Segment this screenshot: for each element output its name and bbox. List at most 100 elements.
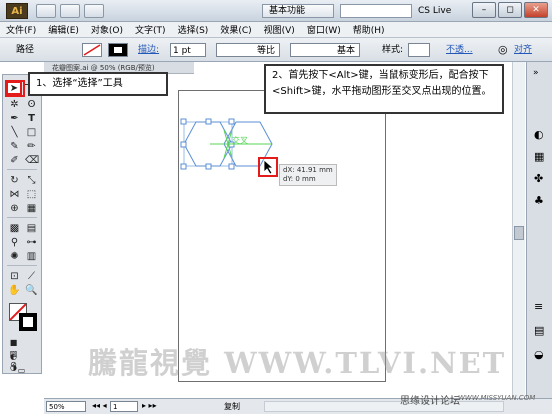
recolor-icon[interactable]: ◎ [498,43,508,57]
cursor-highlight [258,157,278,177]
pen-tool[interactable]: ✒ [8,113,21,124]
readout-dy: dY: 0 mm [283,175,316,183]
screen-mode-icon[interactable]: ▭ [15,365,28,376]
type-tool[interactable]: T [25,113,38,124]
graphic-style-swatch[interactable] [408,43,430,57]
close-button[interactable]: ✕ [524,2,548,18]
artboard-tool[interactable]: ⊡ [8,271,21,282]
artboard-nav-prev-icon[interactable]: ◂◂ ◂ [92,401,107,410]
menu-effect[interactable]: 效果(C) [220,23,251,36]
paintbrush-tool[interactable]: ✎ [8,141,21,152]
readout-dx: dX: 41.91 mm [283,166,333,174]
selection-type-label: 路径 [16,45,35,55]
forum-watermark: 思缘设计论坛 [400,396,460,407]
hand-tool[interactable]: ✋ [8,285,21,296]
gradient-tool[interactable]: ▤ [25,223,38,234]
stroke-color-box[interactable] [19,313,37,331]
artboard-nav-next-icon[interactable]: ▸ ▸▸ [142,401,157,410]
free-transform-tool[interactable]: ⬚ [25,189,38,200]
panel-collapse-icon[interactable]: » [533,68,539,78]
minibridge-button[interactable] [60,4,80,18]
arrange-documents-button[interactable] [84,4,104,18]
variable-width-profile[interactable]: 等比 [216,43,280,57]
artboard-number-field[interactable]: 1 [110,401,138,412]
vertical-scrollbar[interactable] [512,62,525,398]
zoom-tool[interactable]: 🔍 [25,285,38,296]
minimize-button[interactable]: – [472,2,496,18]
selection-tool-highlight [5,80,25,97]
scroll-thumb[interactable] [514,226,524,240]
cs-live-label: CS Live [418,6,452,16]
eyedropper-tool[interactable]: ⚲ [8,237,21,248]
brush-definition[interactable]: 基本 [290,43,360,57]
blend-tool[interactable]: ⊶ [25,237,38,248]
align-label[interactable]: 对齐 [514,43,532,57]
pencil-tool[interactable]: ✏ [25,141,38,152]
selection-handle [180,118,187,125]
stroke-swatch[interactable] [108,43,128,57]
callout-step2: 2、首先按下<Alt>键，当鼠标变形后，配合按下<Shift>键，水平拖动图形至… [264,64,504,114]
symbol-sprayer-tool[interactable]: ✺ [8,251,21,262]
magic-wand-tool[interactable]: ✲ [8,99,21,110]
horizontal-scrollbar[interactable] [264,401,504,412]
menu-object[interactable]: 对象(O) [91,23,123,36]
column-graph-tool[interactable]: ▥ [25,251,38,262]
menu-file[interactable]: 文件(F) [6,23,36,36]
control-bar: 路径 描边: 1 pt 等比 基本 样式: 不透... ◎ 对齐 [0,38,552,62]
transparency-panel-icon[interactable]: ◒ [534,348,544,361]
draw-mode-icons[interactable]: ◐ ◑ [7,351,20,372]
stroke-panel-icon[interactable]: ≡ [534,300,543,313]
stroke-label[interactable]: 描边: [138,43,159,57]
gradient-panel-icon[interactable]: ▤ [534,324,544,337]
app-logo: Ai [6,3,28,19]
selection-handle [180,163,187,170]
color-mode-icons[interactable]: ■ ▧ ⊘ [7,337,20,369]
selection-handle [180,141,187,148]
menu-select[interactable]: 选择(S) [178,23,209,36]
menu-window[interactable]: 窗口(W) [307,23,341,36]
slice-tool[interactable]: ⟋ [25,271,38,282]
swatches-panel-icon[interactable]: ▦ [534,150,544,163]
stroke-weight-value: 1 pt [173,46,191,56]
forum-url-watermark: WWW.MISSYUAN.COM [458,394,536,402]
menu-help[interactable]: 帮助(H) [353,23,385,36]
watermark: 騰龍視覺 WWW.TLVI.NET [88,346,507,380]
opacity-label[interactable]: 不透... [446,43,473,57]
line-tool[interactable]: ╲ [8,127,21,138]
selection-handle [205,163,212,170]
symbols-panel-icon[interactable]: ♣ [534,194,544,207]
bridge-button[interactable] [36,4,56,18]
eraser-tool[interactable]: ⌫ [25,155,39,166]
panel-dock: » ◐ ▦ ✤ ♣ ≡ ▤ ◒ [526,62,552,398]
rotate-tool[interactable]: ↻ [8,175,21,186]
title-bar: Ai 基本功能 CS Live – ◻ ✕ [0,0,552,22]
selection-handle [205,118,212,125]
perspective-grid-tool[interactable]: ▦ [25,203,38,214]
callout-step1: 1、选择“选择”工具 [28,72,168,96]
selection-handle [228,118,235,125]
menu-bar: 文件(F) 编辑(E) 对象(O) 文字(T) 选择(S) 效果(C) 视图(V… [0,22,552,38]
zoom-select[interactable]: 50% [46,401,86,412]
status-mode: 复制 [224,402,240,411]
scale-tool[interactable]: ⤡ [25,175,38,186]
stroke-weight-field[interactable]: 1 pt [170,43,206,57]
restore-button[interactable]: ◻ [498,2,522,18]
menu-type[interactable]: 文字(T) [135,23,166,36]
color-panel-icon[interactable]: ◐ [534,128,544,141]
menu-view[interactable]: 视图(V) [264,23,295,36]
mesh-tool[interactable]: ▩ [8,223,21,234]
move-copy-cursor-icon [263,159,275,175]
shape-builder-tool[interactable]: ⊕ [8,203,21,214]
search-input[interactable] [340,4,412,18]
width-tool[interactable]: ⋈ [8,189,21,200]
workspace-switcher[interactable]: 基本功能 [262,4,334,18]
menu-edit[interactable]: 编辑(E) [48,23,79,36]
lasso-tool[interactable]: ʘ [25,99,38,110]
brushes-panel-icon[interactable]: ✤ [534,172,543,185]
rectangle-tool[interactable]: □ [25,127,38,138]
profile-label: 等比 [256,46,275,56]
fill-swatch[interactable] [82,43,102,57]
cs-live-button[interactable]: CS Live [418,4,468,18]
zoom-value: 50% [49,403,65,411]
blob-brush-tool[interactable]: ✐ [8,155,21,166]
